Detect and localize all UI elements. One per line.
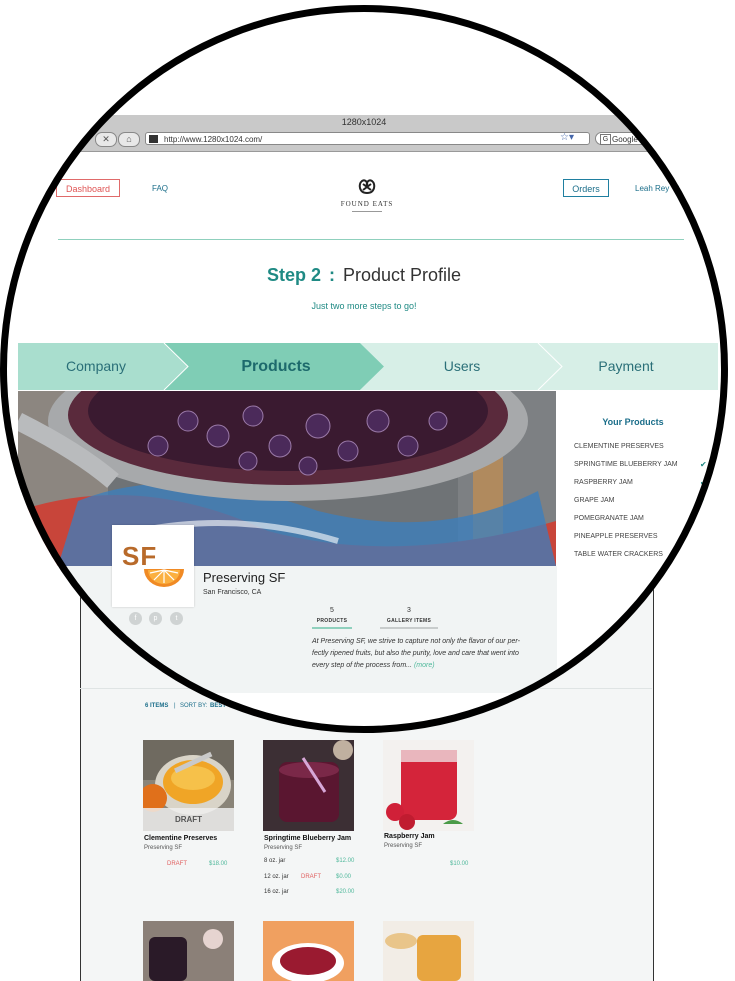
product-card[interactable]: Springtime Blueberry Jam Preserving SF 8… xyxy=(263,740,354,895)
pretzel-logo-icon[interactable] xyxy=(356,177,378,195)
orange-slice-icon xyxy=(144,569,184,587)
home-icon[interactable]: ⌂ xyxy=(118,132,140,147)
facebook-icon[interactable]: f xyxy=(129,612,142,625)
company-logo: SF xyxy=(112,525,194,607)
stat-products-tab[interactable]: PRODUCTS xyxy=(306,618,358,624)
check-icon: ✔ xyxy=(700,478,707,487)
product-price: $18.00 xyxy=(209,861,228,867)
items-separator: | xyxy=(174,703,176,709)
pinterest-icon[interactable]: p xyxy=(149,612,162,625)
search-placeholder: Google xyxy=(612,135,638,144)
magnifier-lens: 1280x1024 ✕ ⌂ http://www.1280x1024.com/ … xyxy=(0,5,728,733)
product-name[interactable]: Clementine Preserves xyxy=(144,835,244,842)
product-image[interactable] xyxy=(143,921,234,981)
sidebar-item[interactable]: POMEGRANATE JAM xyxy=(574,515,644,522)
product-seller: Preserving SF xyxy=(384,843,423,849)
cover-photo xyxy=(18,391,556,566)
product-image xyxy=(263,740,354,831)
product-image[interactable] xyxy=(383,921,474,981)
product-name[interactable]: Springtime Blueberry Jam xyxy=(264,835,374,842)
variant-price: $20.00 xyxy=(336,889,355,895)
step-colon: : xyxy=(328,265,335,285)
sidebar-item[interactable]: RASPBERRY JAM xyxy=(574,479,633,486)
step-label: Payment xyxy=(598,358,654,374)
tab-indicator xyxy=(380,627,438,629)
product-name[interactable]: Raspberry Jam xyxy=(384,833,484,840)
variant-size: 12 oz. jar xyxy=(264,874,289,880)
user-menu[interactable]: Leah Rey xyxy=(635,184,669,193)
company-location: San Francisco, CA xyxy=(203,589,262,596)
sort-label: SORT BY: xyxy=(180,703,208,709)
chevron-down-icon[interactable]: ▾ xyxy=(676,182,680,191)
sidebar-title: Your Products xyxy=(602,417,664,427)
twitter-icon[interactable]: t xyxy=(170,612,183,625)
active-tab-indicator xyxy=(312,627,352,629)
stat-gallery-tab[interactable]: GALLERY ITEMS xyxy=(376,618,442,624)
step-subtitle: Just two more steps to go! xyxy=(311,301,417,311)
items-count: 6 ITEMS xyxy=(145,703,169,709)
page-title: Step 2: Product Profile xyxy=(0,265,728,286)
stat-products-count: 5 xyxy=(330,607,334,614)
bookmark-star-icon[interactable]: ☆▾ xyxy=(560,132,574,143)
products-sidebar: Your Products CLEMENTINE PRESERVES SPRIN… xyxy=(557,391,728,601)
variant-size: 16 oz. jar xyxy=(264,889,289,895)
product-card[interactable]: Raspberry Jam Preserving SF $10.00 xyxy=(383,740,474,867)
logo-underline xyxy=(352,211,382,212)
product-image: DRAFT xyxy=(143,740,234,831)
header-divider xyxy=(58,239,684,240)
company-description: At Preserving SF, we strive to capture n… xyxy=(312,636,532,672)
sidebar-item[interactable]: GRAPE JAM xyxy=(574,497,614,504)
window-title: 1280x1024 xyxy=(341,117,387,127)
product-price: $10.00 xyxy=(450,861,469,867)
step-label: Users xyxy=(443,358,481,374)
product-card[interactable]: DRAFT Clementine Preserves Preserving SF… xyxy=(143,740,234,867)
search-input[interactable]: G Google xyxy=(595,132,715,145)
step-name: Product Profile xyxy=(342,265,462,285)
sidebar-item[interactable]: PINEAPPLE PRESERVES xyxy=(574,533,658,540)
variant-price: $12.00 xyxy=(336,858,355,864)
step-number: Step 2 xyxy=(266,265,321,285)
sidebar-item[interactable]: CLEMENTINE PRESERVES xyxy=(574,443,664,450)
variant-price: $0.00 xyxy=(336,874,352,880)
progress-steps: Company Products Users Payment xyxy=(18,343,718,390)
step-label: Company xyxy=(66,358,126,374)
faq-link[interactable]: FAQ xyxy=(152,184,168,193)
favicon-icon xyxy=(149,135,158,143)
address-bar[interactable]: http://www.1280x1024.com/ xyxy=(145,132,590,145)
check-icon: ✔ xyxy=(700,460,707,469)
sidebar-item[interactable]: SPRINGTIME BLUEBERRY JAM xyxy=(574,461,678,468)
product-image xyxy=(383,740,474,831)
product-image[interactable] xyxy=(263,921,354,981)
step-company[interactable]: Company xyxy=(18,343,174,390)
step-users[interactable]: Users xyxy=(384,343,540,390)
sidebar-item[interactable]: TABLE WATER CRACKERS xyxy=(574,551,663,558)
search-engine-icon: G xyxy=(600,134,611,145)
draft-overlay: DRAFT xyxy=(143,808,234,831)
product-status: DRAFT xyxy=(167,861,187,867)
step-label: Products xyxy=(241,358,311,375)
stat-gallery-count: 3 xyxy=(407,607,411,614)
address-text: http://www.1280x1024.com/ xyxy=(164,135,263,144)
logo-text: FOUND EATS xyxy=(340,200,394,208)
more-link[interactable]: (more) xyxy=(414,662,435,669)
step-products[interactable]: Products xyxy=(188,343,364,390)
orders-button[interactable]: Orders xyxy=(563,179,609,197)
variant-status: DRAFT xyxy=(301,874,321,880)
browser-toolbar: 1280x1024 ✕ ⌂ http://www.1280x1024.com/ … xyxy=(0,115,728,152)
company-name: Preserving SF xyxy=(203,570,286,585)
product-seller: Preserving SF xyxy=(144,845,183,851)
close-tab-button[interactable]: ✕ xyxy=(95,132,117,147)
variant-size: 8 oz. jar xyxy=(264,858,286,864)
dashboard-button[interactable]: Dashboard xyxy=(56,179,120,197)
step-payment[interactable]: Payment xyxy=(562,343,718,390)
product-seller: Preserving SF xyxy=(264,845,303,851)
check-icon: ✔ xyxy=(700,496,707,505)
